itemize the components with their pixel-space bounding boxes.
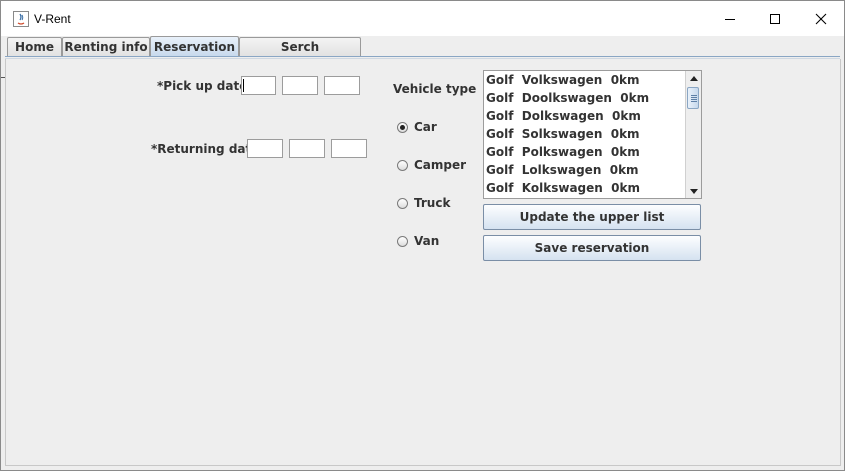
list-item[interactable]: Golf Doolkswagen 0km (484, 89, 701, 107)
radio-camper-indicator[interactable] (397, 159, 408, 171)
radio-truck-label[interactable]: Truck (414, 196, 450, 210)
window-title: V-Rent (34, 12, 71, 26)
java-app-icon (13, 11, 29, 27)
panel-edge-mark (1, 77, 5, 78)
scroll-up-button[interactable] (686, 71, 701, 85)
maximize-icon (770, 13, 780, 24)
radio-van[interactable]: Van (397, 233, 439, 249)
tab-reservation[interactable]: Reservation (150, 36, 239, 57)
tab-serch-reservation[interactable]: Serch reservation (239, 37, 361, 72)
vehicle-list[interactable]: Golf Volkswagen 0km Golf Doolkswagen 0km… (483, 70, 702, 199)
update-list-button[interactable]: Update the upper list (483, 204, 701, 230)
radio-camper[interactable]: Camper (397, 157, 466, 173)
text-caret (243, 79, 244, 92)
list-item[interactable]: Golf Polkswagen 0km (484, 143, 701, 161)
vehicle-type-label: Vehicle type (393, 82, 477, 96)
minimize-button[interactable] (707, 1, 753, 36)
maximize-button[interactable] (752, 1, 798, 36)
radio-camper-label[interactable]: Camper (414, 158, 466, 172)
close-icon (815, 13, 827, 24)
tab-divider (5, 56, 840, 57)
tab-renting-info[interactable]: Renting info (62, 37, 150, 56)
list-item[interactable]: Golf Solkswagen 0km (484, 125, 701, 143)
list-scrollbar[interactable] (685, 71, 701, 198)
pickup-day-field[interactable] (241, 76, 276, 95)
grip-line (691, 101, 697, 102)
list-item[interactable]: Golf Dolkswagen 0km (484, 107, 701, 125)
radio-van-indicator[interactable] (397, 235, 408, 247)
pickup-month-field[interactable] (282, 76, 318, 95)
title-bar: V-Rent (1, 1, 844, 36)
radio-car-indicator[interactable] (397, 121, 408, 133)
close-button[interactable] (798, 1, 844, 36)
tab-home[interactable]: Home (7, 37, 62, 56)
returning-year-field[interactable] (331, 139, 367, 158)
grip-line (691, 95, 697, 96)
grip-line (691, 97, 697, 98)
pickup-date-label: *Pick up date: (157, 79, 253, 93)
radio-van-label[interactable]: Van (414, 234, 439, 248)
scroll-down-button[interactable] (686, 184, 701, 198)
list-item[interactable]: Golf Kolkswagen 0km (484, 179, 701, 197)
scroll-thumb[interactable] (687, 87, 699, 109)
arrow-down-icon (689, 188, 698, 194)
radio-truck-indicator[interactable] (397, 197, 408, 209)
arrow-up-icon (689, 75, 698, 81)
list-item[interactable]: Golf Volkswagen 0km (484, 71, 701, 89)
returning-day-field[interactable] (247, 139, 283, 158)
radio-car-label[interactable]: Car (414, 120, 437, 134)
save-reservation-button[interactable]: Save reservation (483, 235, 701, 261)
returning-month-field[interactable] (289, 139, 325, 158)
pickup-year-field[interactable] (324, 76, 360, 95)
minimize-icon (725, 18, 735, 20)
radio-truck[interactable]: Truck (397, 195, 450, 211)
grip-line (691, 99, 697, 100)
app-window: V-Rent Home Renting info Reservation Ser… (0, 0, 845, 471)
radio-car[interactable]: Car (397, 119, 437, 135)
list-item[interactable]: Golf Lolkswagen 0km (484, 161, 701, 179)
